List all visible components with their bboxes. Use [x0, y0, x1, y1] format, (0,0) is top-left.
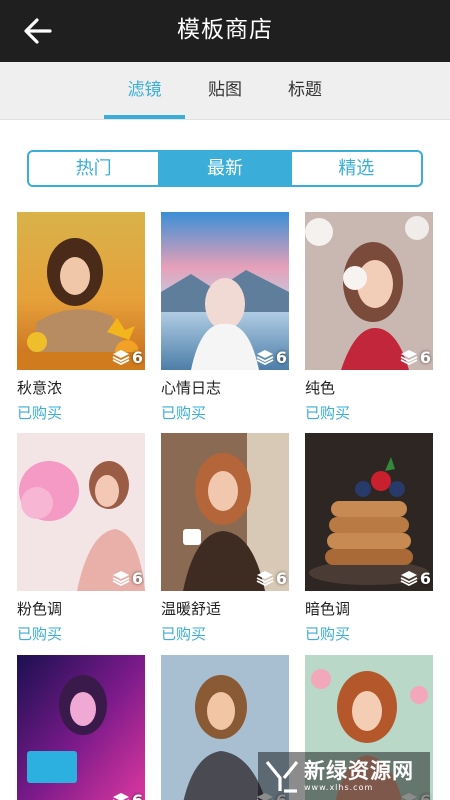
purchase-status: 已购买 [305, 625, 351, 643]
tab-filters[interactable]: 滤镜 [104, 62, 185, 120]
layers-count: 6 [419, 347, 431, 367]
template-thumbnail[interactable]: 6 [17, 212, 145, 370]
segment-hot[interactable]: 热门 [29, 152, 158, 185]
layers-count: 6 [131, 568, 143, 588]
layers-badge: 6 [400, 568, 431, 588]
layers-icon [256, 350, 274, 365]
template-name: 秋意浓 [17, 379, 63, 397]
layers-badge: 6 [400, 347, 431, 367]
layers-badge: 6 [256, 347, 287, 367]
purchase-status: 已购买 [305, 404, 351, 422]
layers-badge: 6 [112, 790, 143, 800]
template-name: 暗色调 [305, 600, 351, 618]
layers-icon [112, 793, 129, 800]
page-title: 模板商店 [177, 17, 273, 43]
layers-icon [400, 571, 418, 586]
tab-stickers[interactable]: 贴图 [185, 62, 265, 120]
watermark-url: www.xlhs.com [304, 783, 374, 792]
layers-count: 6 [131, 347, 143, 367]
watermark-logo-icon [265, 760, 299, 793]
layers-badge: 6 [112, 347, 143, 367]
template-thumbnail[interactable]: 6 [305, 212, 433, 370]
template-name: 粉色调 [17, 600, 63, 618]
template-thumbnail[interactable]: 6 [305, 433, 433, 591]
tab-active-indicator [104, 115, 185, 119]
layers-icon [112, 571, 130, 586]
purchase-status: 已购买 [161, 625, 207, 643]
purchase-status: 已购买 [17, 404, 63, 422]
layers-count: 6 [131, 790, 143, 800]
layers-badge: 6 [256, 568, 287, 588]
sort-segmented-control: 热门 最新 精选 [27, 150, 423, 187]
layers-count: 6 [275, 568, 287, 588]
purchase-status: 已购买 [17, 625, 63, 643]
watermark-text: 新绿资源网 [304, 759, 414, 783]
template-thumbnail[interactable]: 6 [17, 655, 145, 800]
template-name: 温暖舒适 [161, 600, 222, 618]
layers-icon [256, 571, 274, 586]
layers-icon [400, 350, 418, 365]
title-bar: 模板商店 [0, 0, 450, 62]
template-thumbnail[interactable]: 6 [161, 212, 289, 370]
segment-newest[interactable]: 最新 [158, 152, 290, 185]
tab-bar: 滤镜 贴图 标题 [0, 62, 450, 120]
template-thumbnail[interactable]: 6 [161, 433, 289, 591]
template-name: 心情日志 [161, 379, 222, 397]
watermark: 新绿资源网 www.xlhs.com [258, 752, 430, 800]
segment-featured[interactable]: 精选 [289, 152, 421, 185]
template-thumbnail[interactable]: 6 [17, 433, 145, 591]
tab-titles[interactable]: 标题 [265, 62, 345, 120]
layers-icon [112, 350, 130, 365]
purchase-status: 已购买 [161, 404, 207, 422]
layers-badge: 6 [112, 568, 143, 588]
layers-count: 6 [419, 568, 431, 588]
layers-count: 6 [275, 347, 287, 367]
template-name: 纯色 [305, 379, 336, 397]
